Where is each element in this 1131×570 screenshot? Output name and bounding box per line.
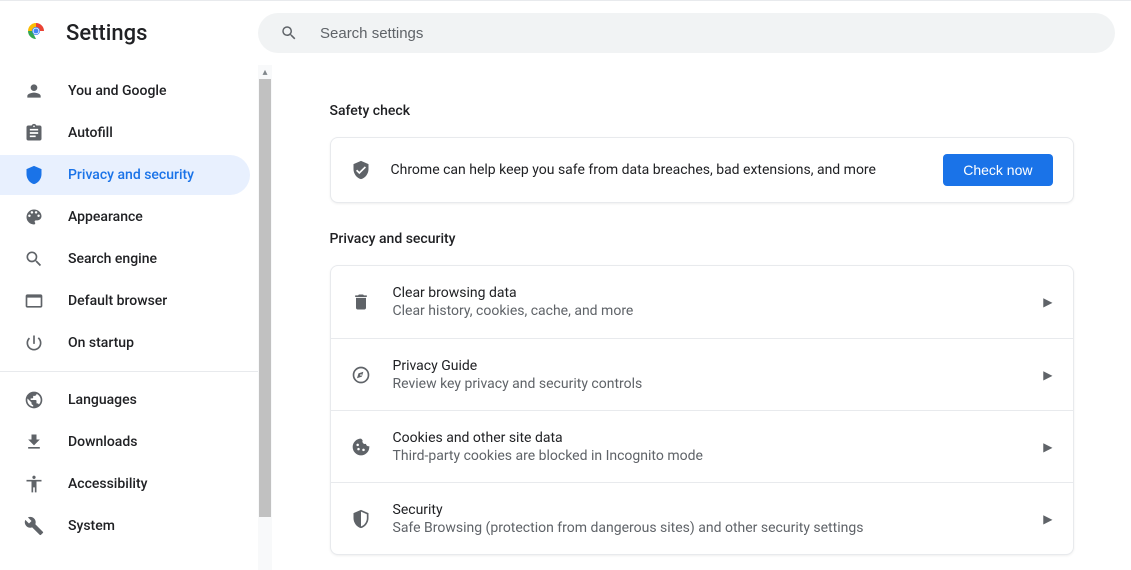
sidebar-item-default-browser[interactable]: Default browser — [0, 281, 250, 321]
check-now-button[interactable]: Check now — [943, 154, 1052, 186]
sidebar-item-privacy-security[interactable]: Privacy and security — [0, 155, 250, 195]
sidebar-divider — [0, 371, 258, 372]
sidebar-item-languages[interactable]: Languages — [0, 380, 250, 420]
sidebar-item-label: Privacy and security — [68, 167, 194, 183]
sidebar-item-label: On startup — [68, 335, 134, 351]
search-wrap — [258, 13, 1131, 53]
row-title: Privacy Guide — [393, 358, 1022, 374]
palette-icon — [24, 207, 44, 227]
search-icon — [24, 249, 44, 269]
scrollbar-thumb[interactable] — [259, 79, 271, 517]
person-icon — [24, 81, 44, 101]
sidebar-item-label: Languages — [68, 392, 137, 408]
sidebar-item-label: Default browser — [68, 293, 167, 309]
row-subtitle: Review key privacy and security controls — [393, 376, 1022, 392]
sidebar-item-system[interactable]: System — [0, 506, 250, 546]
sidebar-item-appearance[interactable]: Appearance — [0, 197, 250, 237]
cookie-icon — [351, 437, 371, 457]
sidebar-item-downloads[interactable]: Downloads — [0, 422, 250, 462]
shield-icon — [24, 165, 44, 185]
privacy-card: Clear browsing data Clear history, cooki… — [330, 265, 1074, 555]
download-icon — [24, 432, 44, 452]
row-privacy-guide[interactable]: Privacy Guide Review key privacy and sec… — [331, 338, 1073, 410]
row-subtitle: Third-party cookies are blocked in Incog… — [393, 448, 1022, 464]
row-subtitle: Safe Browsing (protection from dangerous… — [393, 520, 1022, 536]
header: Settings — [0, 1, 1131, 65]
wrench-icon — [24, 516, 44, 536]
security-icon — [351, 509, 371, 529]
chevron-right-icon: ▶ — [1043, 440, 1052, 454]
sidebar-item-label: Search engine — [68, 251, 157, 267]
safety-check-heading: Safety check — [330, 103, 1074, 119]
row-security[interactable]: Security Safe Browsing (protection from … — [331, 482, 1073, 554]
sidebar-item-accessibility[interactable]: Accessibility — [0, 464, 250, 504]
row-subtitle: Clear history, cookies, cache, and more — [393, 303, 1022, 319]
safety-check-card: Chrome can help keep you safe from data … — [330, 137, 1074, 203]
scrollbar-up-icon[interactable]: ▴ — [258, 65, 272, 79]
chevron-right-icon: ▶ — [1043, 512, 1052, 526]
accessibility-icon — [24, 474, 44, 494]
sidebar-item-you-and-google[interactable]: You and Google — [0, 71, 250, 111]
row-title: Security — [393, 502, 1022, 518]
search-input[interactable] — [320, 25, 1093, 42]
sidebar-item-search-engine[interactable]: Search engine — [0, 239, 250, 279]
sidebar: You and Google Autofill Privacy and secu… — [0, 65, 258, 570]
sidebar-item-label: Autofill — [68, 125, 113, 141]
power-icon — [24, 333, 44, 353]
chevron-right-icon: ▶ — [1043, 368, 1052, 382]
sidebar-item-autofill[interactable]: Autofill — [0, 113, 250, 153]
chrome-logo-icon — [24, 19, 48, 47]
sidebar-item-label: System — [68, 518, 115, 534]
globe-icon — [24, 390, 44, 410]
compass-icon — [351, 365, 371, 385]
row-cookies[interactable]: Cookies and other site data Third-party … — [331, 410, 1073, 482]
main-content: Safety check Chrome can help keep you sa… — [272, 65, 1131, 570]
sidebar-item-on-startup[interactable]: On startup — [0, 323, 250, 363]
sidebar-item-label: Accessibility — [68, 476, 147, 492]
row-title: Clear browsing data — [393, 285, 1022, 301]
sidebar-item-label: Appearance — [68, 209, 143, 225]
trash-icon — [351, 292, 371, 312]
row-clear-browsing-data[interactable]: Clear browsing data Clear history, cooki… — [331, 266, 1073, 338]
chevron-right-icon: ▶ — [1043, 295, 1052, 309]
shield-check-icon — [351, 160, 371, 180]
browser-icon — [24, 291, 44, 311]
search-box[interactable] — [258, 13, 1115, 53]
privacy-heading: Privacy and security — [330, 231, 1074, 247]
clipboard-icon — [24, 123, 44, 143]
page-title: Settings — [66, 21, 147, 46]
header-left: Settings — [0, 19, 258, 47]
sidebar-item-label: You and Google — [68, 83, 166, 99]
search-icon — [280, 24, 298, 42]
sidebar-item-label: Downloads — [68, 434, 137, 450]
row-title: Cookies and other site data — [393, 430, 1022, 446]
scrollbar[interactable]: ▴ — [258, 65, 272, 570]
safety-text: Chrome can help keep you safe from data … — [391, 162, 924, 178]
